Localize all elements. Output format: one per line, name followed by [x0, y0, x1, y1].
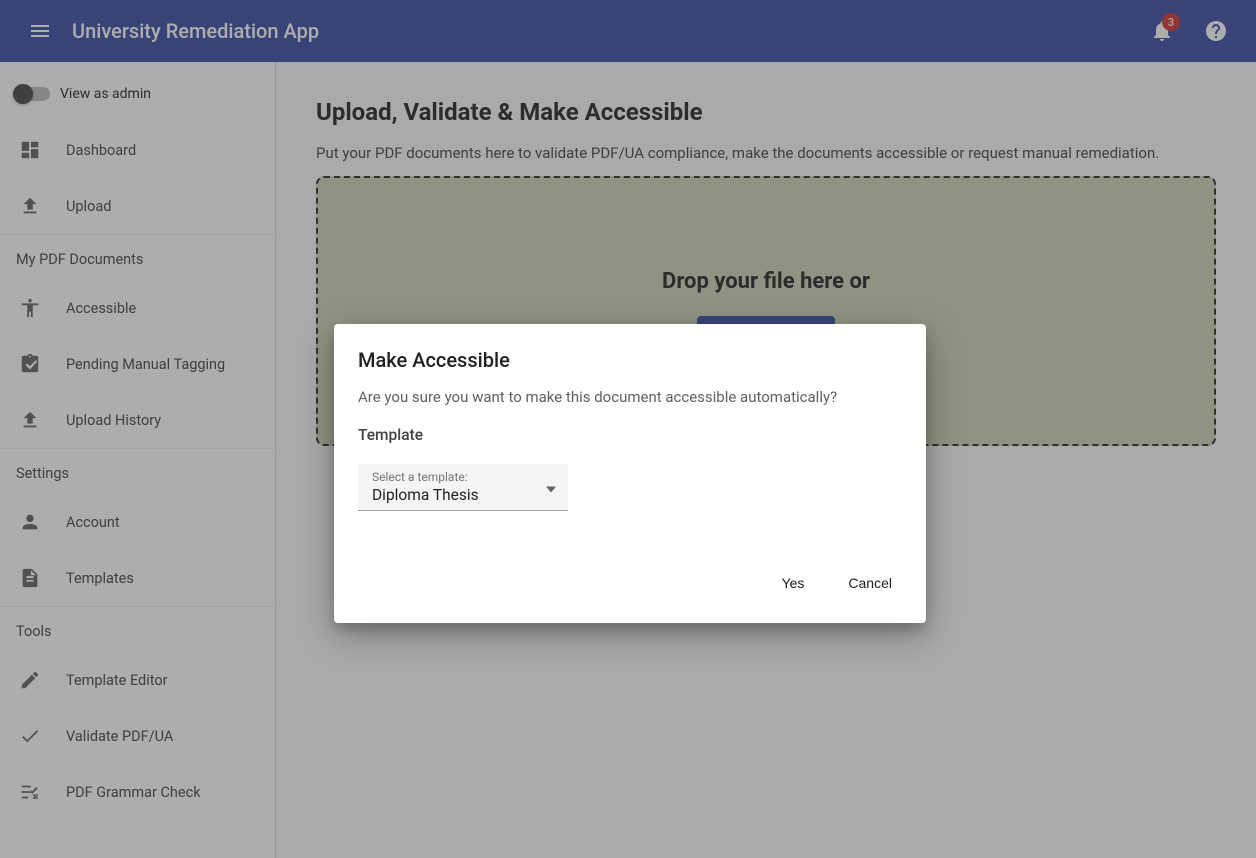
yes-button[interactable]: Yes [772, 567, 815, 599]
dialog-section-label: Template [358, 426, 902, 444]
dialog-title: Make Accessible [358, 348, 902, 372]
cancel-button[interactable]: Cancel [838, 567, 902, 599]
template-select[interactable]: Select a template: Diploma Thesis [358, 464, 568, 511]
template-select-value: Diploma Thesis [372, 486, 556, 504]
make-accessible-dialog: Make Accessible Are you sure you want to… [334, 324, 926, 623]
template-select-label: Select a template: [372, 470, 556, 484]
chevron-down-icon [546, 478, 556, 497]
dialog-message: Are you sure you want to make this docum… [358, 388, 902, 406]
